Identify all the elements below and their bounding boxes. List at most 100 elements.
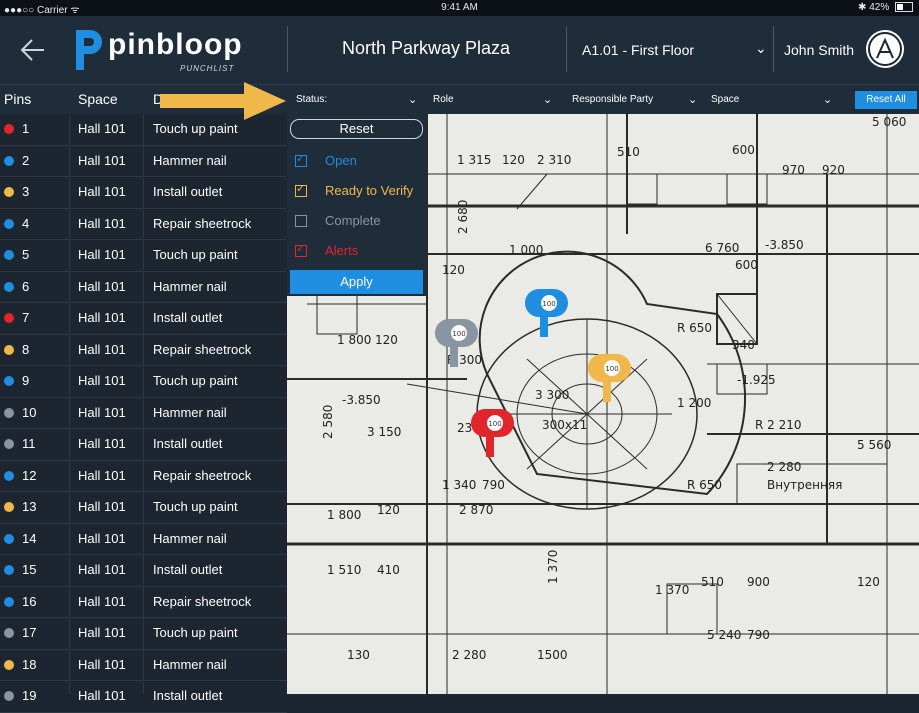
pin-status-dot [4, 187, 14, 197]
apply-button[interactable]: Apply [290, 270, 423, 294]
table-row[interactable]: 8 Hall 101 Repair sheetrock [0, 335, 287, 366]
status-filter[interactable]: Status: ⌄ [296, 85, 426, 115]
space-cell: Hall 101 [78, 656, 126, 672]
table-row[interactable]: 2 Hall 101 Hammer nail [0, 146, 287, 177]
table-row[interactable]: 9 Hall 101 Touch up paint [0, 366, 287, 398]
table-row[interactable]: 15 Hall 101 Install outlet [0, 555, 287, 587]
description-cell: Install outlet [153, 310, 223, 325]
chevron-down-icon: ⌄ [543, 94, 553, 106]
dimension-label: 1 370 [655, 583, 689, 597]
checkbox[interactable] [295, 152, 307, 167]
table-row[interactable]: 12 Hall 101 Repair sheetrock [0, 461, 287, 492]
header-divider [773, 26, 774, 72]
user-name[interactable]: John Smith [784, 42, 854, 58]
dimension-label: 600 [735, 258, 758, 272]
dimension-label: 970 [782, 163, 805, 177]
dimension-label: 1 510 [327, 563, 361, 577]
checkbox[interactable] [295, 182, 307, 197]
pin-status-dot [4, 407, 14, 418]
pin-label: 100 [542, 300, 555, 308]
table-row[interactable]: 4 Hall 101 Repair sheetrock [0, 209, 287, 240]
reset-all-button[interactable]: Reset All [855, 91, 917, 109]
pin-number: 1 [22, 121, 30, 136]
space-cell: Hall 101 [78, 341, 126, 357]
space-cell: Hall 101 [78, 436, 126, 451]
status-reset-button[interactable]: Reset [290, 119, 423, 139]
description-cell: Repair sheetrock [153, 341, 252, 357]
pin-number: 10 [22, 404, 37, 420]
status-filter-label: Status: [296, 94, 328, 105]
space-cell: Hall 101 [78, 152, 126, 168]
status-option-label: Complete [325, 213, 381, 228]
dimension-label: 1 200 [677, 396, 711, 410]
pin-number: 6 [22, 278, 30, 294]
description-cell: Repair sheetrock [153, 467, 252, 483]
pin-number: 12 [22, 467, 37, 483]
checkbox[interactable] [295, 242, 307, 257]
dimension-label: 2 580 [321, 405, 335, 439]
table-row[interactable]: 10 Hall 101 Hammer nail [0, 398, 287, 429]
project-title[interactable]: North Parkway Plaza [290, 38, 562, 59]
description-cell: Touch up paint [153, 373, 238, 388]
responsible-party-filter-label: Responsible Party [572, 94, 654, 105]
table-row[interactable]: 6 Hall 101 Hammer nail [0, 272, 287, 303]
table-row[interactable]: 7 Hall 101 Install outlet [0, 303, 287, 335]
dimension-label: 900 [747, 575, 770, 589]
floor-select[interactable]: A1.01 - First Floor [582, 42, 772, 58]
dimension-label: 3 300 [535, 388, 569, 402]
space-filter[interactable]: Space ⌄ [711, 85, 841, 115]
clock-label: 9:41 AM [441, 2, 478, 13]
space-cell: Hall 101 [78, 121, 126, 136]
chevron-down-icon: ⌄ [408, 94, 418, 106]
dimension-label: 120 [377, 503, 400, 517]
table-row[interactable]: 16 Hall 101 Repair sheetrock [0, 587, 287, 618]
dimension-label: 120 [375, 333, 398, 347]
table-row[interactable]: 3 Hall 101 Install outlet [0, 177, 287, 209]
status-option-label: Ready to Verify [325, 183, 414, 198]
role-filter[interactable]: Role ⌄ [433, 85, 563, 115]
dimension-label: -1.925 [737, 373, 776, 387]
pin-status-dot [4, 124, 14, 134]
column-header-space[interactable]: Space [78, 91, 118, 107]
checkbox[interactable] [295, 215, 307, 227]
table-row[interactable]: 18 Hall 101 Hammer nail [0, 650, 287, 681]
table-row[interactable]: 5 Hall 101 Touch up paint [0, 240, 287, 272]
dimension-label: 6 760 [705, 241, 739, 255]
pin-number: 7 [22, 310, 30, 325]
user-logo-icon [868, 32, 902, 66]
chevron-down-icon[interactable]: ⌄ [755, 40, 767, 57]
dimension-label: R 650 [677, 321, 712, 335]
dimension-label: 2 680 [456, 200, 470, 234]
table-row[interactable]: 14 Hall 101 Hammer nail [0, 524, 287, 555]
description-cell: Touch up paint [153, 121, 238, 136]
table-row[interactable]: 11 Hall 101 Install outlet [0, 429, 287, 461]
table-row[interactable]: 19 Hall 101 Install outlet [0, 681, 287, 713]
dimension-label: 1 340 [442, 478, 476, 492]
status-option-label: Alerts [325, 243, 359, 258]
space-cell: Hall 101 [78, 499, 126, 514]
space-cell: Hall 101 [78, 247, 126, 262]
pin-number: 19 [22, 688, 37, 703]
column-header-pins[interactable]: Pins [4, 91, 31, 107]
table-row[interactable]: 17 Hall 101 Touch up paint [0, 618, 287, 650]
dimension-label: 1500 [537, 648, 568, 662]
pin-label: 100 [605, 365, 618, 373]
dimension-label: R 650 [687, 478, 722, 492]
space-filter-label: Space [711, 94, 740, 105]
description-cell: Touch up paint [153, 247, 238, 262]
table-row[interactable]: 13 Hall 101 Touch up paint [0, 492, 287, 524]
pin-status-dot [4, 281, 14, 292]
chevron-down-icon: ⌄ [688, 94, 698, 106]
responsible-party-filter[interactable]: Responsible Party ⌄ [572, 85, 702, 115]
dimension-label: Внутренняя [767, 478, 842, 492]
description-cell: Hammer nail [153, 152, 227, 168]
pin-status-dot [4, 533, 14, 544]
pin-table: 1 Hall 101 Touch up paint 2 Hall 101 Hammer n… [0, 114, 287, 713]
filter-bar: Status: ⌄ Role ⌄ Responsible Party ⌄ Spa… [287, 84, 919, 115]
description-cell: Hammer nail [153, 530, 227, 546]
avatar[interactable] [866, 30, 904, 68]
header-divider [287, 26, 288, 72]
space-cell: Hall 101 [78, 625, 126, 640]
back-button[interactable] [18, 30, 54, 70]
space-cell: Hall 101 [78, 373, 126, 388]
